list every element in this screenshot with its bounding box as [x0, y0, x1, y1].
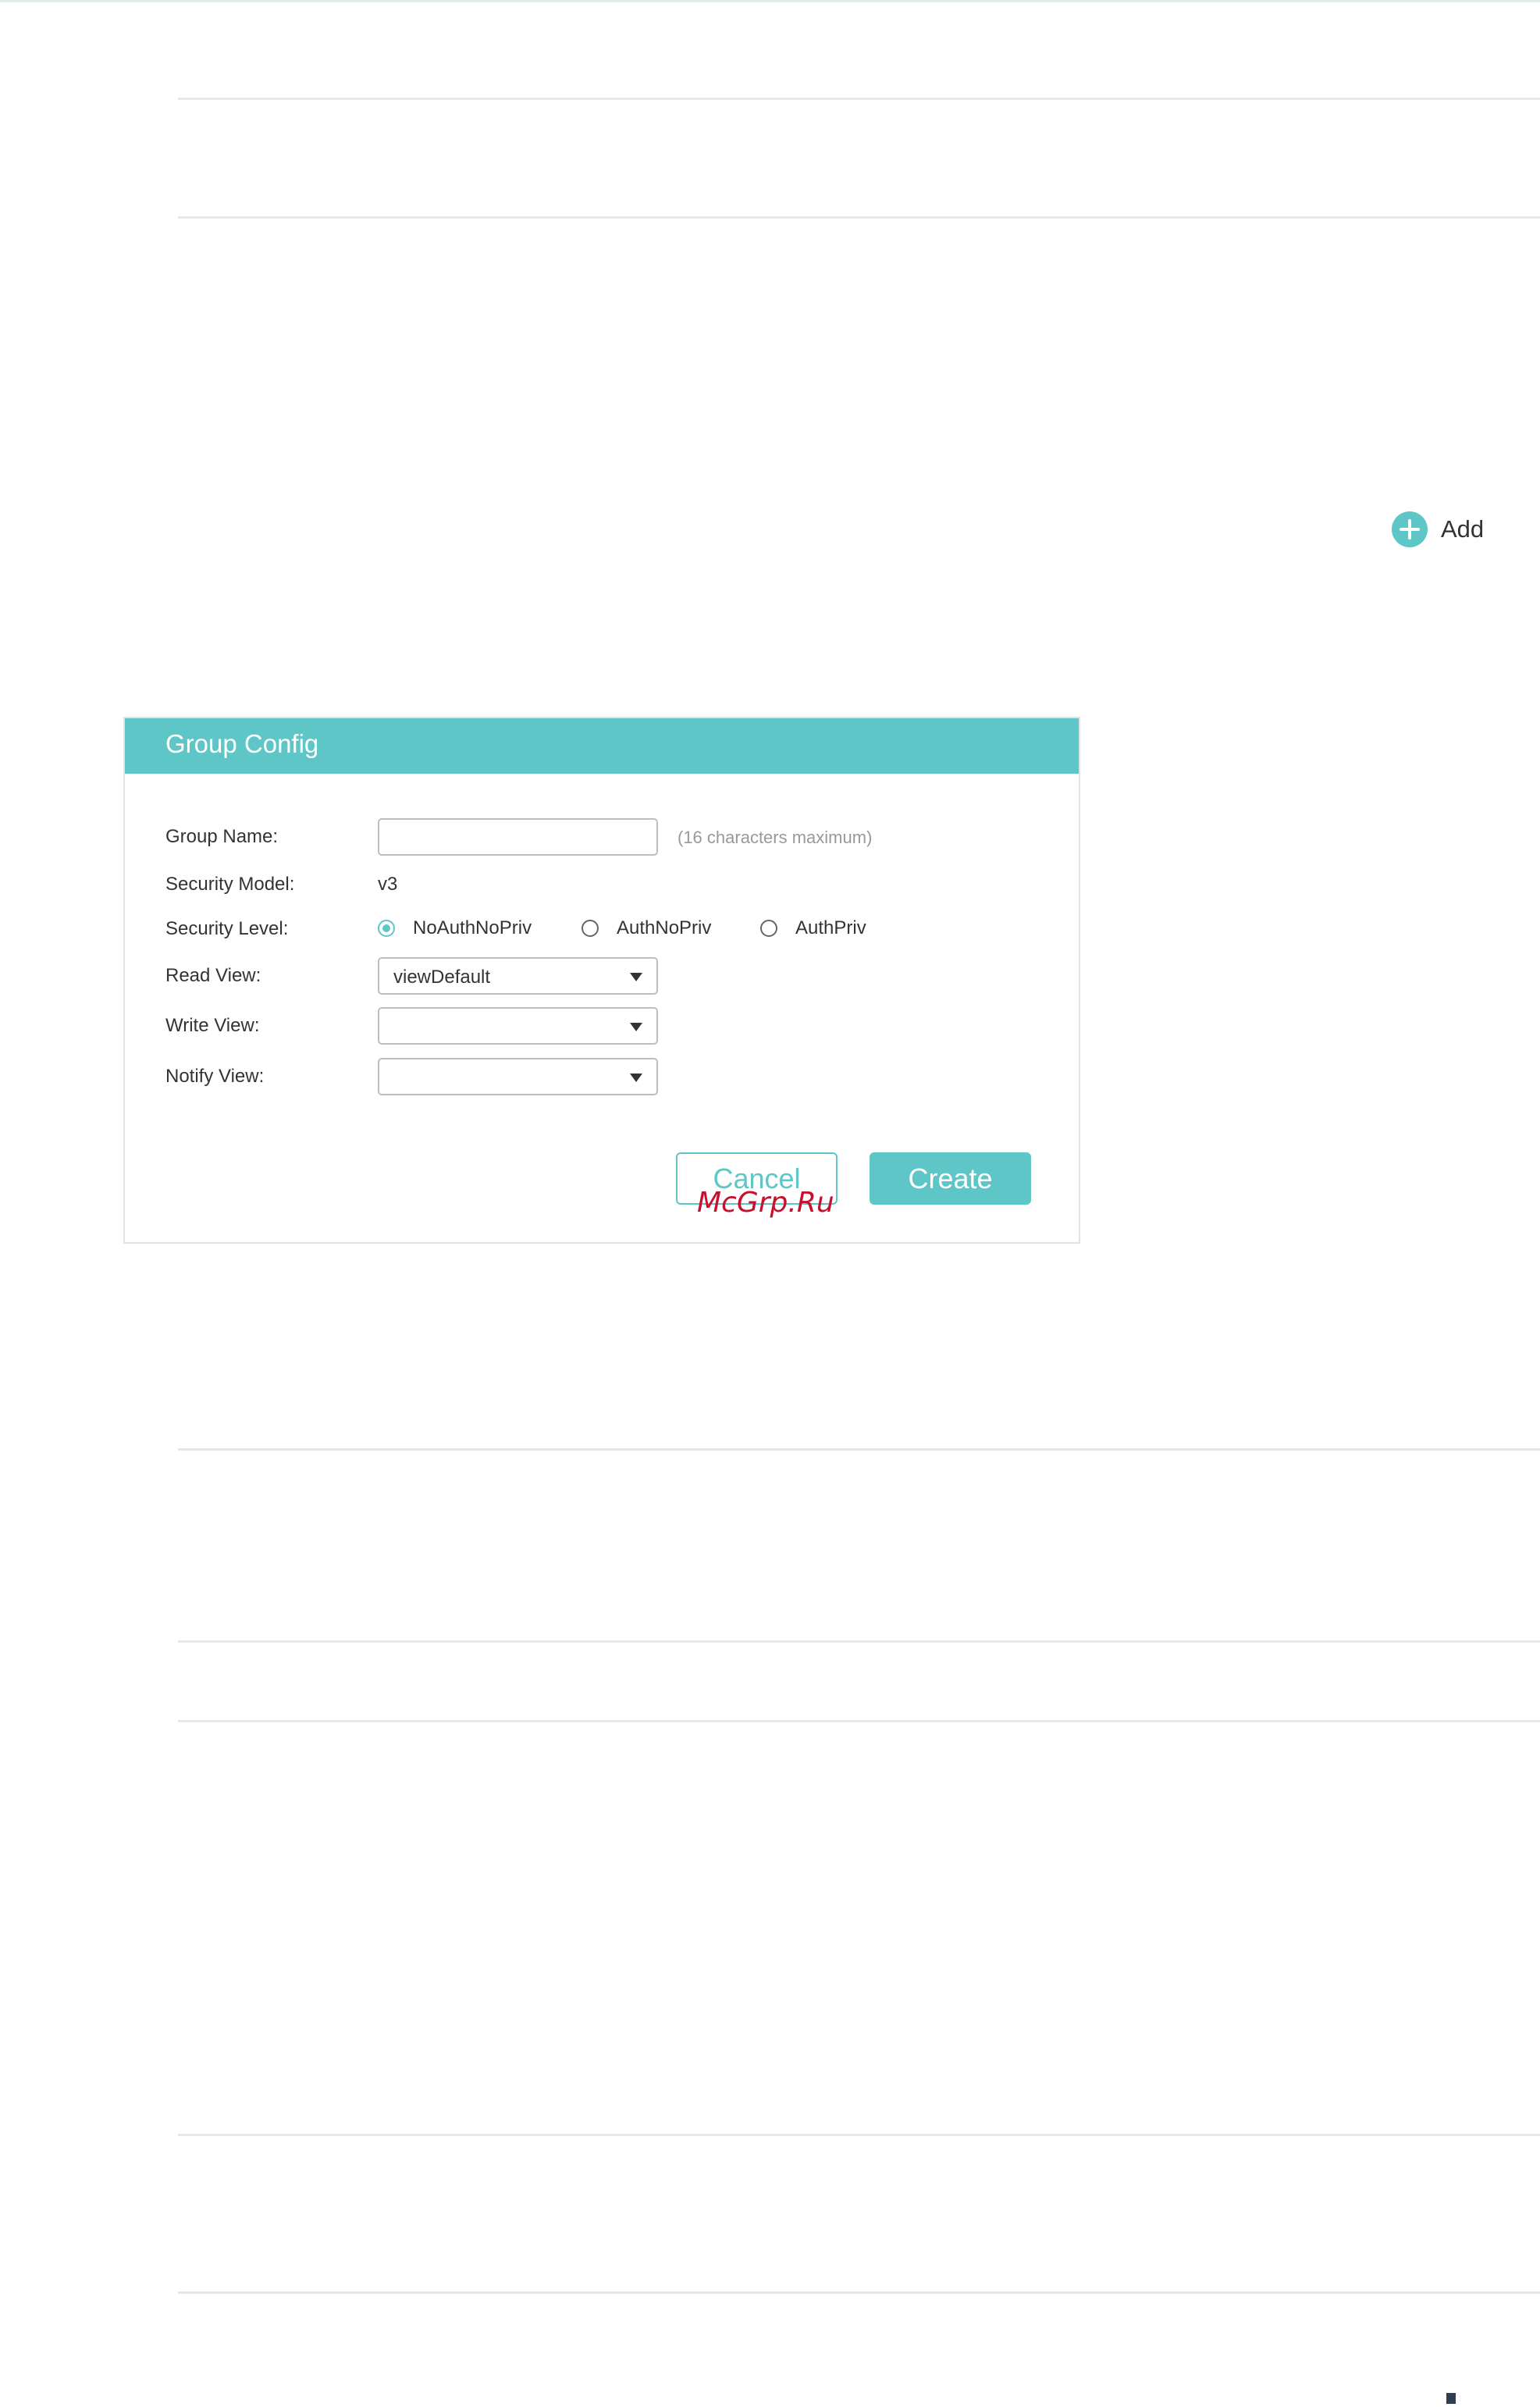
- caret-down-icon: [630, 1074, 642, 1082]
- radio-unchecked-icon: [760, 920, 777, 937]
- divider-line: [178, 1720, 1540, 1722]
- top-divider: [0, 0, 1540, 2]
- radio-authnopriv[interactable]: AuthNoPriv: [582, 917, 711, 939]
- divider-line: [178, 98, 1540, 100]
- caret-down-icon: [630, 973, 642, 981]
- group-name-label: Group Name:: [165, 826, 279, 847]
- read-view-select[interactable]: viewDefault: [378, 957, 658, 995]
- security-model-label: Security Model:: [165, 874, 295, 895]
- watermark-text: McGrp.Ru: [697, 1187, 834, 1219]
- dialog-title: Group Config: [165, 729, 319, 758]
- radio-label: NoAuthNoPriv: [413, 917, 532, 938]
- divider-line: [178, 1448, 1540, 1451]
- page-corner-mark: [1446, 2393, 1456, 2404]
- radio-unchecked-icon: [582, 920, 599, 937]
- radio-authpriv[interactable]: AuthPriv: [760, 917, 866, 939]
- add-button-label: Add: [1441, 515, 1485, 543]
- write-view-label: Write View:: [165, 1015, 260, 1036]
- read-view-value: viewDefault: [393, 967, 491, 988]
- divider-line: [178, 2134, 1540, 2136]
- write-view-select[interactable]: [378, 1007, 658, 1045]
- divider-line: [178, 1640, 1540, 1643]
- radio-noauthnopriv[interactable]: NoAuthNoPriv: [378, 917, 532, 939]
- group-name-hint: (16 characters maximum): [678, 828, 873, 847]
- radio-label: AuthNoPriv: [617, 917, 712, 938]
- notify-view-select[interactable]: [378, 1058, 658, 1095]
- create-button[interactable]: Create: [870, 1152, 1031, 1205]
- add-button[interactable]: Add: [1392, 511, 1484, 548]
- security-model-value: v3: [378, 874, 398, 895]
- radio-checked-icon: [378, 920, 395, 937]
- notify-view-label: Notify View:: [165, 1066, 265, 1087]
- group-config-dialog: Group Config Group Name: (16 characters …: [123, 717, 1080, 1244]
- radio-label: AuthPriv: [795, 917, 866, 938]
- group-name-input[interactable]: [378, 818, 658, 856]
- divider-line: [178, 2291, 1540, 2294]
- plus-circle-icon: [1392, 511, 1428, 547]
- caret-down-icon: [630, 1023, 642, 1031]
- security-level-label: Security Level:: [165, 918, 289, 939]
- read-view-label: Read View:: [165, 965, 261, 986]
- dialog-header: Group Config: [125, 718, 1079, 774]
- divider-line: [178, 216, 1540, 219]
